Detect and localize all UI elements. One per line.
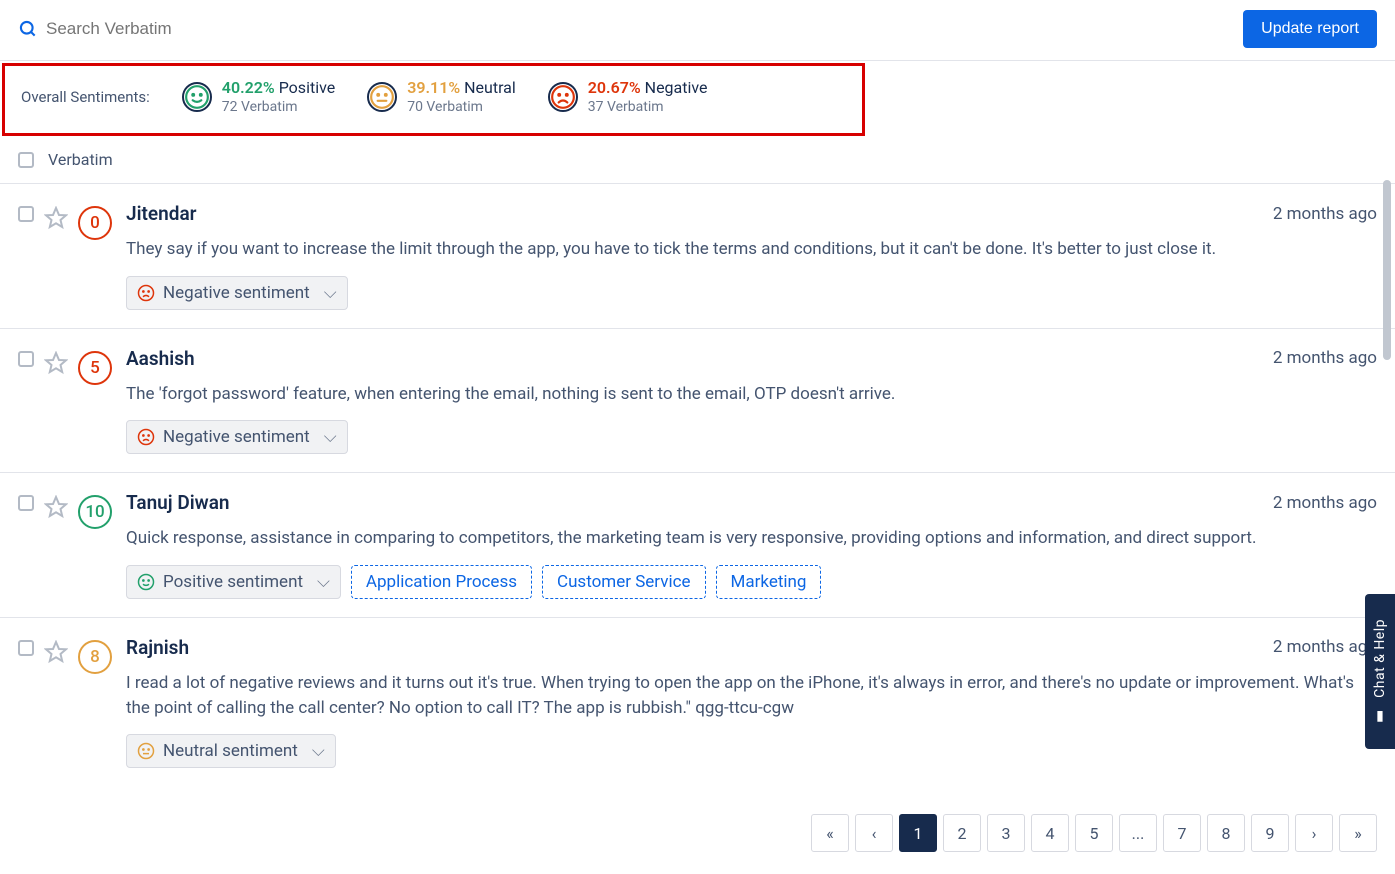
divider	[0, 60, 1395, 61]
select-all-checkbox[interactable]	[18, 152, 34, 168]
scrollbar-thumb[interactable]	[1383, 180, 1391, 360]
overall-sentiments-bar: Overall Sentiments: 40.22% Positive 72 V…	[2, 63, 865, 136]
page-number-button[interactable]: 2	[943, 814, 981, 852]
review-row: 0 Jitendar 2 months ago They say if you w…	[0, 184, 1395, 329]
positive-sub: 72 Verbatim	[222, 99, 335, 115]
page-number-button[interactable]: 8	[1207, 814, 1245, 852]
frown-icon	[548, 82, 578, 112]
negative-pct: 20.67%	[588, 78, 641, 97]
row-checkbox[interactable]	[18, 640, 34, 656]
frown-icon	[137, 284, 155, 302]
negative-sub: 37 Verbatim	[588, 99, 708, 115]
row-checkbox[interactable]	[18, 206, 34, 222]
page-number-button[interactable]: 1	[899, 814, 937, 852]
time-ago: 2 months ago	[1273, 493, 1377, 513]
review-text: They say if you want to increase the lim…	[126, 237, 1377, 262]
negative-label: Negative	[645, 78, 708, 97]
review-text: I read a lot of negative reviews and it …	[126, 671, 1377, 720]
review-text: The 'forgot password' feature, when ente…	[126, 382, 1377, 407]
page-number-button[interactable]: 3	[987, 814, 1025, 852]
sentiment-positive: 40.22% Positive 72 Verbatim	[182, 78, 335, 115]
sentiment-label: Neutral sentiment	[163, 741, 298, 761]
search-input[interactable]	[46, 19, 346, 39]
star-icon[interactable]	[44, 495, 68, 519]
neutral-face-icon	[367, 82, 397, 112]
page-number-button[interactable]: 7	[1163, 814, 1201, 852]
author-name: Rajnish	[126, 636, 189, 659]
page-number-button[interactable]: 4	[1031, 814, 1069, 852]
positive-pct: 40.22%	[222, 78, 275, 97]
chevron-down-icon: ⌵	[317, 572, 330, 592]
star-icon[interactable]	[44, 206, 68, 230]
verbatim-column-header: Verbatim	[48, 150, 113, 169]
sentiment-dropdown[interactable]: Negative sentiment ⌵	[126, 276, 348, 310]
chevron-down-icon: ⌵	[324, 283, 337, 303]
star-icon[interactable]	[44, 640, 68, 664]
row-checkbox[interactable]	[18, 351, 34, 367]
page-last-button[interactable]: »	[1339, 814, 1377, 852]
chevron-down-icon: ⌵	[324, 427, 337, 447]
sentiment-dropdown[interactable]: Negative sentiment ⌵	[126, 420, 348, 454]
positive-label: Positive	[279, 78, 336, 97]
score-badge: 5	[78, 351, 112, 385]
review-list: 0 Jitendar 2 months ago They say if you w…	[0, 184, 1395, 784]
score-badge: 10	[78, 495, 112, 529]
chevron-down-icon: ⌵	[312, 741, 325, 761]
time-ago: 2 months ago	[1273, 637, 1377, 657]
author-name: Tanuj Diwan	[126, 491, 230, 514]
review-text: Quick response, assistance in comparing …	[126, 526, 1377, 551]
sentiment-dropdown[interactable]: Positive sentiment ⌵	[126, 565, 341, 599]
frown-icon	[137, 428, 155, 446]
time-ago: 2 months ago	[1273, 204, 1377, 224]
sentiment-label: Negative sentiment	[163, 427, 310, 447]
update-report-button[interactable]: Update report	[1243, 10, 1377, 48]
chat-help-tab[interactable]: Chat & Help ▮	[1365, 594, 1395, 749]
review-row: 8 Rajnish 2 months ago I read a lot of ne…	[0, 618, 1395, 784]
score-badge: 8	[78, 640, 112, 674]
page-next-button[interactable]: ›	[1295, 814, 1333, 852]
score-badge: 0	[78, 206, 112, 240]
chat-help-label: Chat & Help	[1372, 619, 1388, 698]
topic-tag[interactable]: Marketing	[716, 565, 822, 599]
search-wrapper	[18, 19, 1243, 39]
sentiment-negative: 20.67% Negative 37 Verbatim	[548, 78, 708, 115]
page-number-button[interactable]: 9	[1251, 814, 1289, 852]
smile-icon	[182, 82, 212, 112]
pagination: « ‹ 1 2 3 4 5 ... 7 8 9 › »	[811, 814, 1377, 852]
star-icon[interactable]	[44, 351, 68, 375]
review-row: 5 Aashish 2 months ago The 'forgot passwo…	[0, 329, 1395, 474]
topic-tag[interactable]: Customer Service	[542, 565, 706, 599]
page-number-button[interactable]: 5	[1075, 814, 1113, 852]
neutral-sub: 70 Verbatim	[407, 99, 516, 115]
page-ellipsis: ...	[1119, 814, 1157, 852]
author-name: Aashish	[126, 347, 195, 370]
row-checkbox[interactable]	[18, 495, 34, 511]
sentiment-dropdown[interactable]: Neutral sentiment ⌵	[126, 734, 336, 768]
neutral-pct: 39.11%	[407, 78, 460, 97]
page-prev-button[interactable]: ‹	[855, 814, 893, 852]
sentiment-neutral: 39.11% Neutral 70 Verbatim	[367, 78, 516, 115]
smile-icon	[137, 573, 155, 591]
topic-tag[interactable]: Application Process	[351, 565, 532, 599]
sentiment-label: Negative sentiment	[163, 283, 310, 303]
sentiment-label: Positive sentiment	[163, 572, 303, 592]
sentiments-label: Overall Sentiments:	[21, 88, 150, 106]
author-name: Jitendar	[126, 202, 196, 225]
search-icon	[18, 19, 38, 39]
neutral-label: Neutral	[464, 78, 516, 97]
chat-icon: ▮	[1376, 708, 1384, 724]
neutral-face-icon	[137, 742, 155, 760]
list-header: Verbatim	[0, 136, 1395, 184]
page-first-button[interactable]: «	[811, 814, 849, 852]
time-ago: 2 months ago	[1273, 348, 1377, 368]
review-row: 10 Tanuj Diwan 2 months ago Quick respons…	[0, 473, 1395, 618]
